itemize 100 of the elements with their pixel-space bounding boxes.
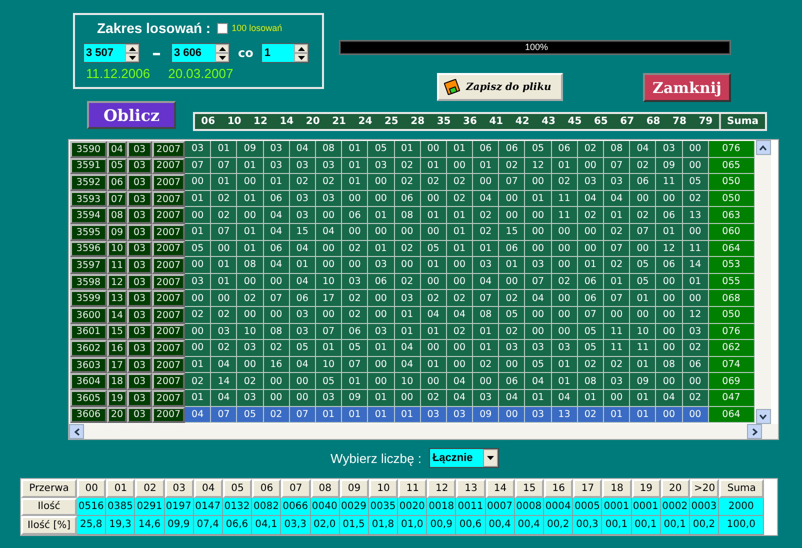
column-header-cell[interactable]: Suma (719, 479, 764, 498)
spin-up-button[interactable] (125, 44, 139, 53)
table-row[interactable]: 3604 18 03 2007 02 14 02 00 00 05 01 00 10 00 04 00 06 04 01 08 03 09 00 00 069 (70, 373, 755, 390)
scroll-left-button[interactable] (69, 424, 84, 439)
column-header-cell[interactable]: 20 (660, 479, 690, 498)
table-cell: 00 (525, 207, 552, 224)
table-row[interactable]: 3605 19 03 2007 01 04 03 00 00 03 09 01 00 02 04 03 04 01 04 01 00 01 04 02 047 (70, 390, 755, 406)
table-cell: 01 (473, 240, 500, 258)
column-header-cell[interactable]: 06 (252, 479, 282, 498)
scroll-down-button[interactable] (756, 409, 771, 424)
table-row[interactable]: 3598 12 03 2007 03 01 00 00 04 10 03 06 02 00 00 04 00 07 02 06 01 05 00 01 055 (70, 274, 755, 290)
spin-down-button[interactable] (125, 53, 139, 62)
table-row[interactable]: 3590 04 03 2007 03 01 09 03 04 08 01 05 01 00 01 06 06 05 06 02 08 04 03 00 076 (70, 141, 755, 158)
table-cell: 00,2 (544, 516, 574, 535)
table-cell: 00 (342, 190, 368, 208)
table-cell: 03 (316, 390, 342, 406)
column-header-cell[interactable]: 19 (632, 479, 661, 498)
column-header-cell[interactable]: 14 (486, 479, 515, 498)
table-cell: 02 (342, 240, 368, 258)
row-header-cell[interactable]: Ilość (21, 498, 77, 516)
table-cell: 01 (630, 390, 656, 406)
column-header-cell[interactable]: 15 (514, 479, 544, 498)
table-row[interactable]: 3597 11 03 2007 00 01 08 04 01 00 00 03 00 01 00 03 01 03 00 01 02 05 06 14 053 (70, 257, 755, 274)
column-header-cell[interactable]: >20 (690, 479, 720, 498)
table-row[interactable]: 3595 09 03 2007 01 07 01 04 15 04 00 00 00 00 01 02 15 00 00 00 02 07 01 00 060 (70, 224, 755, 241)
table-row[interactable]: 3603 17 03 2007 01 04 00 16 04 10 07 00 04 01 00 02 00 05 01 02 02 01 08 06 074 (70, 356, 755, 374)
column-header-cell[interactable]: 10 (368, 479, 398, 498)
number-spinner[interactable]: 3 507 (83, 43, 140, 63)
column-header-cell[interactable]: 13 (456, 479, 486, 498)
table-cell: 00 (604, 390, 630, 406)
number-picker-label: Wybierz liczbę : (330, 450, 422, 466)
vertical-scrollbar[interactable] (756, 140, 771, 424)
progress-text: 100% (525, 42, 548, 52)
spin-up-button[interactable] (215, 44, 229, 53)
table-cell: 00 (525, 306, 552, 324)
table-row[interactable]: 3600 14 03 2007 02 02 00 00 03 00 02 00 01 04 04 08 05 00 00 07 00 00 00 12 050 (70, 306, 755, 324)
column-header-cell[interactable]: 09 (340, 479, 369, 498)
calculate-button[interactable]: Oblicz (87, 101, 176, 129)
column-header-cell[interactable]: 01 (106, 479, 136, 498)
column-header-cell[interactable]: 00 (77, 479, 106, 498)
number-dropdown[interactable]: Łącznie (429, 448, 500, 468)
end-date: 20.03.2007 (168, 66, 234, 81)
table-row[interactable]: 3591 05 03 2007 07 07 01 03 03 03 01 03 02 01 00 01 02 12 01 00 07 02 09 00 065 (70, 158, 755, 174)
scroll-right-button[interactable] (747, 424, 762, 439)
sum-cell: 069 (708, 373, 755, 390)
column-header-cell[interactable]: 03 (164, 479, 194, 498)
table-cell: 01 (237, 190, 264, 208)
column-header-cell[interactable]: 04 (194, 479, 223, 498)
table-cell: 00 (185, 257, 212, 274)
save-to-file-button[interactable]: Zapisz do pliku (437, 73, 563, 101)
table-cell: 02 (578, 207, 604, 224)
table-cell: 00 (290, 390, 316, 406)
table-cell: 00 (656, 406, 683, 424)
table-row[interactable]: 3602 16 03 2007 00 02 03 02 05 01 05 01 04 00 00 01 03 03 03 05 11 11 00 02 062 (70, 340, 755, 357)
column-header-cell[interactable]: 07 (281, 479, 310, 498)
column-header-cell[interactable]: 11 (398, 479, 428, 498)
number-spinner[interactable]: 1 (261, 43, 310, 63)
table-cell: 01 (342, 174, 368, 191)
table-cell: 03 (290, 306, 316, 324)
table-cell: 03 (604, 373, 630, 390)
table-cell: 00,4 (514, 516, 544, 535)
table-row[interactable]: 3606 20 03 2007 04 07 05 02 07 01 01 01 01 03 03 09 00 03 13 02 01 01 00 00 064 (70, 406, 755, 424)
horizontal-scrollbar[interactable] (69, 424, 778, 439)
month-cell: 03 (127, 141, 152, 158)
table-cell: 03 (264, 141, 290, 158)
checkbox[interactable] (216, 22, 228, 34)
column-header-cell[interactable]: 16 (544, 479, 574, 498)
spin-down-button[interactable] (294, 53, 308, 62)
table-cell: 10 (316, 274, 342, 290)
table-cell: 05 (578, 340, 604, 357)
column-header-cell[interactable]: 17 (573, 479, 602, 498)
spin-up-button[interactable] (294, 44, 308, 53)
table-cell: 05 (368, 141, 394, 158)
close-button[interactable]: Zamknij (643, 73, 731, 102)
spin-down-button[interactable] (215, 53, 229, 62)
table-cell: 04 (604, 190, 630, 208)
table-row[interactable]: 3601 15 03 2007 00 03 10 08 03 07 06 03 01 01 02 01 02 00 00 05 11 10 00 03 076 (70, 324, 755, 340)
column-header-cell[interactable]: Przerwa (21, 479, 77, 498)
table-cell: 04 (578, 190, 604, 208)
number-spinner[interactable]: 3 606 (171, 43, 230, 63)
table-row[interactable]: 3594 08 03 2007 00 02 00 04 03 00 06 01 08 01 01 02 00 00 11 02 01 02 06 13 063 (70, 207, 755, 224)
table-cell: 12 (656, 240, 683, 258)
table-cell: 01 (552, 373, 578, 390)
column-header-cell[interactable]: 08 (310, 479, 340, 498)
column-header-cell[interactable]: 18 (602, 479, 632, 498)
day-cell: 20 (107, 406, 127, 424)
table-row[interactable]: 3592 06 03 2007 00 01 00 01 02 02 01 00 02 02 02 00 07 00 02 03 03 06 11 05 050 (70, 174, 755, 191)
column-header-cell[interactable]: 05 (222, 479, 252, 498)
scroll-up-button[interactable] (756, 140, 771, 155)
table-row[interactable]: 3596 10 03 2007 05 00 01 06 04 00 02 01 02 05 01 01 06 00 00 00 07 00 12 11 064 (70, 240, 755, 258)
table-row[interactable]: 3599 13 03 2007 00 00 02 07 06 17 02 00 03 02 02 07 02 04 00 06 07 01 00 00 068 (70, 290, 755, 307)
table-cell: 01,5 (340, 516, 369, 535)
column-header-cell[interactable]: 12 (427, 479, 456, 498)
table-cell: 11 (552, 190, 578, 208)
table-cell: 07 (578, 306, 604, 324)
table-cell: 00 (473, 373, 500, 390)
table-row[interactable]: 3593 07 03 2007 01 02 01 06 03 03 00 00 06 00 02 04 00 01 11 04 04 00 00 02 050 (70, 190, 755, 208)
day-cell: 16 (107, 340, 127, 357)
column-header-cell[interactable]: 02 (135, 479, 165, 498)
row-header-cell[interactable]: Ilość [%] (21, 516, 77, 535)
